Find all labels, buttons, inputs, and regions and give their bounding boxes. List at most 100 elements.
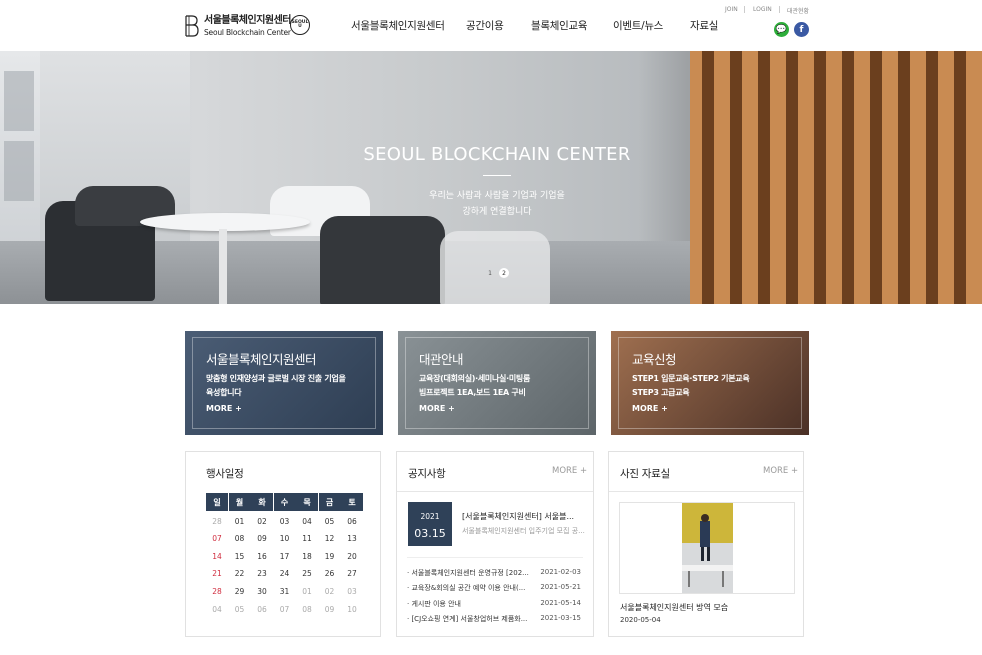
featured-month-day: 03.15 (414, 527, 446, 540)
calendar-day[interactable]: 23 (251, 567, 273, 581)
calendar-day[interactable]: 16 (251, 549, 273, 563)
calendar-day[interactable]: 12 (319, 532, 341, 546)
calendar-day[interactable]: 29 (229, 584, 251, 598)
hero-subtitle-line1: 우리는 사람과 사람을 기업과 기업을 (429, 191, 565, 201)
nav-item-space[interactable]: 공간이용 (466, 18, 504, 33)
calendar-weekday: 월 (228, 493, 251, 511)
notice-row-title: · 게시판 이용 안내 (407, 600, 461, 608)
featured-notice-date: 2021 03.15 (408, 502, 452, 546)
promo-card-education[interactable]: 교육신청 STEP1 입문교육·STEP2 기본교육 STEP3 고급교육 MO… (611, 331, 809, 435)
util-divider (744, 6, 745, 13)
promo-card-venue[interactable]: 대관안내 교육장(대회의실)·세미나실·미팅룸 빔프로젝트 1EA,보드 1EA… (398, 331, 596, 435)
join-link[interactable]: JOIN (725, 6, 738, 13)
slide-dot-1[interactable]: 1 (485, 268, 495, 278)
calendar-weekday: 금 (318, 493, 341, 511)
gallery-date: 2020-05-04 (620, 616, 661, 624)
calendar-day[interactable]: 17 (274, 549, 296, 563)
calendar-day[interactable]: 07 (206, 532, 228, 546)
card-desc-line2: 육성합니다 (206, 388, 242, 397)
calendar-day[interactable]: 06 (341, 514, 363, 528)
calendar-day[interactable]: 30 (251, 584, 273, 598)
card-more-link[interactable]: MORE + (419, 404, 455, 413)
notice-row[interactable]: · 서울블록체인지원센터 운영규정 [202... 2021-02-03 (407, 568, 581, 580)
calendar-day[interactable]: 24 (274, 567, 296, 581)
calendar-day[interactable]: 21 (206, 567, 228, 581)
notice-row-date: 2021-05-14 (540, 599, 581, 607)
card-desc-line2: 빔프로젝트 1EA,보드 1EA 구비 (419, 388, 526, 397)
notice-title: 공지사항 (408, 468, 446, 480)
calendar-day[interactable]: 26 (319, 567, 341, 581)
gallery-caption[interactable]: 서울블록체인지원센터 방역 모습 (620, 602, 728, 613)
calendar-day[interactable]: 08 (296, 602, 318, 616)
calendar-day[interactable]: 20 (341, 549, 363, 563)
nav-item-events[interactable]: 이벤트/뉴스 (613, 18, 663, 33)
notice-box: 공지사항 MORE + 2021 03.15 [서울블록체인지원센터] 서울블.… (396, 451, 594, 637)
card-more-link[interactable]: MORE + (632, 404, 668, 413)
gallery-more-link[interactable]: MORE + (763, 466, 798, 476)
calendar-day[interactable]: 31 (274, 584, 296, 598)
card-desc-line1: 교육장(대회의실)·세미나실·미팅룸 (419, 374, 531, 383)
calendar-day[interactable]: 14 (206, 549, 228, 563)
calendar-day[interactable]: 25 (296, 567, 318, 581)
card-desc-line2: STEP3 고급교육 (632, 388, 690, 397)
calendar-day[interactable]: 01 (229, 514, 251, 528)
facebook-icon[interactable]: f (794, 22, 809, 37)
calendar-day[interactable]: 28 (206, 584, 228, 598)
nav-item-center[interactable]: 서울블록체인지원센터 (351, 18, 445, 33)
calendar-day[interactable]: 09 (251, 532, 273, 546)
util-divider (779, 6, 780, 13)
calendar-day[interactable]: 01 (296, 584, 318, 598)
calendar-day[interactable]: 03 (341, 584, 363, 598)
nav-item-archive[interactable]: 자료실 (690, 18, 718, 33)
card-title: 서울블록체인지원센터 (206, 352, 317, 367)
calendar-day[interactable]: 28 (206, 514, 228, 528)
nav-item-education[interactable]: 블록체인교육 (531, 18, 587, 33)
calendar-day[interactable]: 04 (206, 602, 228, 616)
calendar-day[interactable]: 06 (251, 602, 273, 616)
box-divider (397, 491, 593, 492)
kakao-talk-icon[interactable]: 💬 (774, 22, 789, 37)
calendar-day[interactable]: 05 (229, 602, 251, 616)
box-divider (609, 491, 803, 492)
calendar-day[interactable]: 08 (229, 532, 251, 546)
notice-separator (407, 557, 583, 558)
calendar-day[interactable]: 03 (274, 514, 296, 528)
calendar-day[interactable]: 09 (319, 602, 341, 616)
promo-card-center[interactable]: 서울블록체인지원센터 맞춤형 인재양성과 글로벌 시장 진출 기업을 육성합니다… (185, 331, 383, 435)
featured-year: 2021 (420, 512, 440, 521)
calendar-day[interactable]: 15 (229, 549, 251, 563)
schedule-title: 행사일정 (206, 468, 244, 480)
calendar-day[interactable]: 13 (341, 532, 363, 546)
slide-dot-2[interactable]: 2 (499, 268, 509, 278)
calendar-weekday: 토 (341, 493, 363, 511)
kakao-glyph: 💬 (775, 24, 788, 35)
calendar-day[interactable]: 10 (274, 532, 296, 546)
calendar-day[interactable]: 10 (341, 602, 363, 616)
calendar-day[interactable]: 04 (296, 514, 318, 528)
login-link[interactable]: LOGIN (753, 6, 772, 13)
notice-row[interactable]: · 교육장&회의실 공간 예약 이용 안내(... 2021-05-21 (407, 583, 581, 595)
calendar-day[interactable]: 19 (319, 549, 341, 563)
schedule-box: 행사일정 일 월 화 수 목 금 토 28 01 02 03 04 05 06 07 08 09 10 11 12 13… (185, 451, 381, 637)
featured-notice-title[interactable]: [서울블록체인지원센터] 서울블... (462, 511, 574, 522)
gallery-photo-frame[interactable] (619, 502, 795, 594)
notice-row[interactable]: · [CJ오쇼핑 연계] 서울창업허브 제품화... 2021-03-15 (407, 614, 581, 626)
reservation-status-link[interactable]: 대관현황 (787, 6, 809, 15)
calendar-day[interactable]: 02 (319, 584, 341, 598)
calendar-day[interactable]: 22 (229, 567, 251, 581)
notice-more-link[interactable]: MORE + (552, 466, 587, 476)
calendar-day[interactable]: 07 (274, 602, 296, 616)
gallery-title: 사진 자료실 (620, 468, 670, 480)
card-title: 교육신청 (632, 352, 677, 367)
card-title: 대관안내 (419, 352, 464, 367)
calendar-day[interactable]: 02 (251, 514, 273, 528)
calendar-day[interactable]: 18 (296, 549, 318, 563)
calendar-day[interactable]: 27 (341, 567, 363, 581)
calendar-day[interactable]: 05 (319, 514, 341, 528)
notice-row[interactable]: · 게시판 이용 안내 2021-05-14 (407, 599, 581, 611)
card-more-link[interactable]: MORE + (206, 404, 242, 413)
hero-banner: SEOUL BLOCKCHAIN CENTER 우리는 사람과 사람을 기업과 … (0, 51, 982, 304)
calendar-day[interactable]: 11 (296, 532, 318, 546)
calendar-weekday: 수 (273, 493, 296, 511)
calendar-weekday: 일 (206, 493, 228, 511)
